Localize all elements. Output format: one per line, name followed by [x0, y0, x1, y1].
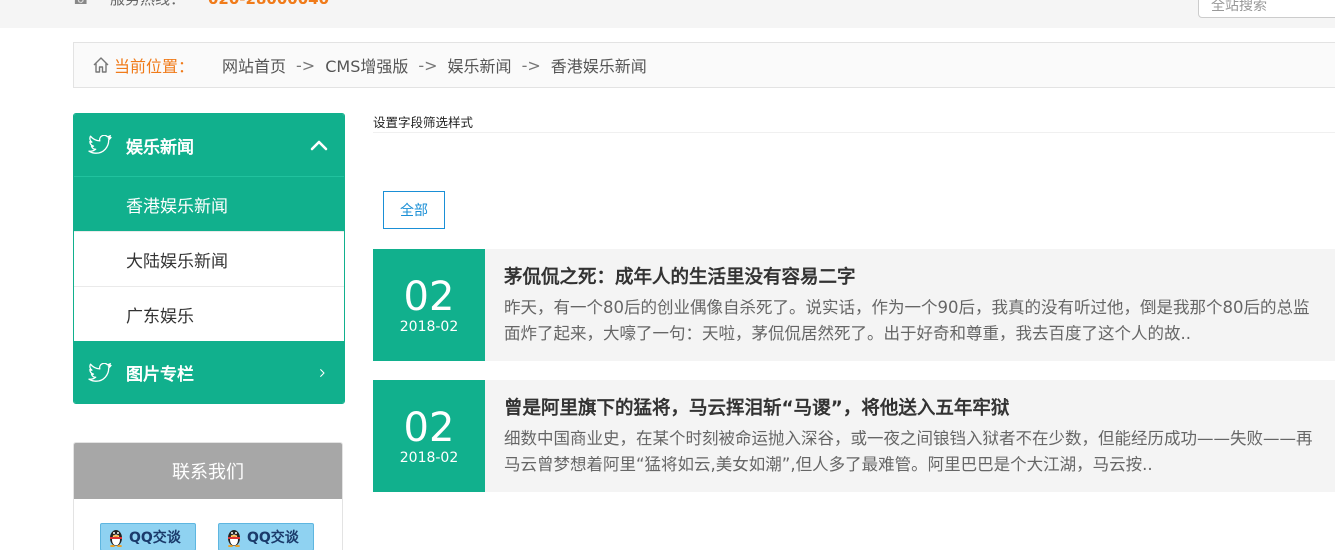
- twitter-bird-icon: [88, 362, 112, 382]
- breadcrumb-home-link[interactable]: 网站首页: [222, 53, 286, 77]
- breadcrumb-entertainment-link[interactable]: 娱乐新闻: [448, 53, 512, 77]
- breadcrumb-hk-link[interactable]: 香港娱乐新闻: [551, 53, 647, 77]
- breadcrumb-cms-link[interactable]: CMS增强版: [325, 53, 408, 77]
- chevron-right-icon: [320, 368, 325, 377]
- date-box: 02 2018-02: [373, 249, 485, 361]
- article-title[interactable]: 曾是阿里旗下的猛将，马云挥泪斩“马谡”，将他送入五年牢狱: [504, 396, 1334, 422]
- contact-body: QQ交谈 QQ交谈: [74, 499, 342, 550]
- article-item[interactable]: 02 2018-02 茅侃侃之死：成年人的生活里没有容易二字 昨天，有一个80后…: [373, 249, 1335, 361]
- article-text: 茅侃侃之死：成年人的生活里没有容易二字 昨天，有一个80后的创业偶像自杀死了。说…: [504, 265, 1334, 347]
- hotline-number: 020-28000040: [208, 0, 329, 8]
- breadcrumb-separator: ->: [418, 55, 438, 75]
- qq-chat-label: QQ交谈: [129, 530, 181, 546]
- filter-title: 设置字段筛选样式: [373, 113, 1335, 133]
- article-year-month: 2018-02: [399, 319, 459, 335]
- article-year-month: 2018-02: [399, 450, 459, 466]
- category-header-pictures[interactable]: 图片专栏: [74, 341, 344, 403]
- breadcrumb-label: 当前位置：: [114, 57, 195, 76]
- date-box: 02 2018-02: [373, 380, 485, 492]
- category-box: 娱乐新闻 香港娱乐新闻 大陆娱乐新闻 广东娱乐 图片专栏: [73, 113, 345, 404]
- hotline-label: 服务热线：: [110, 0, 185, 8]
- article-summary-line: 马云曾梦想着阿里“猛将如云,美女如潮”,但人多了最难管。阿里巴巴是个大江湖，马云…: [504, 455, 1153, 474]
- sidebar-item-hk-entertainment[interactable]: 香港娱乐新闻: [74, 176, 344, 231]
- filter-all-button[interactable]: 全部: [383, 191, 445, 229]
- contact-box: 联系我们 QQ交谈 QQ交谈: [73, 442, 343, 550]
- top-bar: ☎ 服务热线： 020-28000040 全站搜索: [0, 0, 1335, 28]
- breadcrumb-separator: ->: [296, 55, 316, 75]
- article-summary: 昨天，有一个80后的创业偶像自杀死了。说实话，作为一个90后，我真的没有听过他，…: [504, 295, 1334, 347]
- article-title[interactable]: 茅侃侃之死：成年人的生活里没有容易二字: [504, 265, 1334, 291]
- phone-icon: ☎: [72, 0, 90, 8]
- article-summary-line: 昨天，有一个80后的创业偶像自杀死了。说实话，作为一个90后，我真的没有听过他，…: [504, 298, 1310, 317]
- qq-chat-button[interactable]: QQ交谈: [218, 523, 314, 550]
- article-summary-line: 面炸了起来，大嚎了一句：天啦，茅侃侃居然死了。出于好奇和尊重，我去百度了这个人的…: [504, 324, 1191, 343]
- article-day: 02: [403, 405, 455, 451]
- qq-chat-button[interactable]: QQ交谈: [100, 523, 196, 550]
- sidebar: 娱乐新闻 香港娱乐新闻 大陆娱乐新闻 广东娱乐 图片专栏 联系我们 QQ交谈 Q…: [73, 113, 345, 550]
- qq-penguin-icon: [228, 530, 240, 547]
- sidebar-item-guangdong-entertainment[interactable]: 广东娱乐: [74, 286, 344, 341]
- article-item[interactable]: 02 2018-02 曾是阿里旗下的猛将，马云挥泪斩“马谡”，将他送入五年牢狱 …: [373, 380, 1335, 492]
- qq-penguin-icon: [110, 530, 122, 547]
- chevron-up-icon: [310, 140, 328, 151]
- qq-chat-label: QQ交谈: [247, 530, 299, 546]
- main-content: 设置字段筛选样式 全部 02 2018-02 茅侃侃之死：成年人的生活里没有容易…: [373, 113, 1335, 492]
- site-search-input[interactable]: 全站搜索: [1198, 0, 1335, 18]
- sidebar-item-mainland-entertainment[interactable]: 大陆娱乐新闻: [74, 231, 344, 286]
- article-day: 02: [403, 274, 455, 320]
- category-title: 娱乐新闻: [126, 137, 194, 158]
- breadcrumb-separator: ->: [521, 55, 541, 75]
- twitter-bird-icon: [88, 135, 112, 154]
- breadcrumb: 当前位置： 网站首页 -> CMS增强版 -> 娱乐新闻 -> 香港娱乐新闻: [73, 42, 1335, 88]
- article-text: 曾是阿里旗下的猛将，马云挥泪斩“马谡”，将他送入五年牢狱 细数中国商业史，在某个…: [504, 396, 1334, 478]
- home-icon: [93, 57, 109, 73]
- contact-title: 联系我们: [74, 443, 342, 499]
- article-summary: 细数中国商业史，在某个时刻被命运抛入深谷，或一夜之间锒铛入狱者不在少数，但能经历…: [504, 426, 1334, 478]
- category-header-entertainment[interactable]: 娱乐新闻: [74, 114, 344, 176]
- article-summary-line: 细数中国商业史，在某个时刻被命运抛入深谷，或一夜之间锒铛入狱者不在少数，但能经历…: [504, 429, 1313, 448]
- category-title: 图片专栏: [126, 365, 194, 385]
